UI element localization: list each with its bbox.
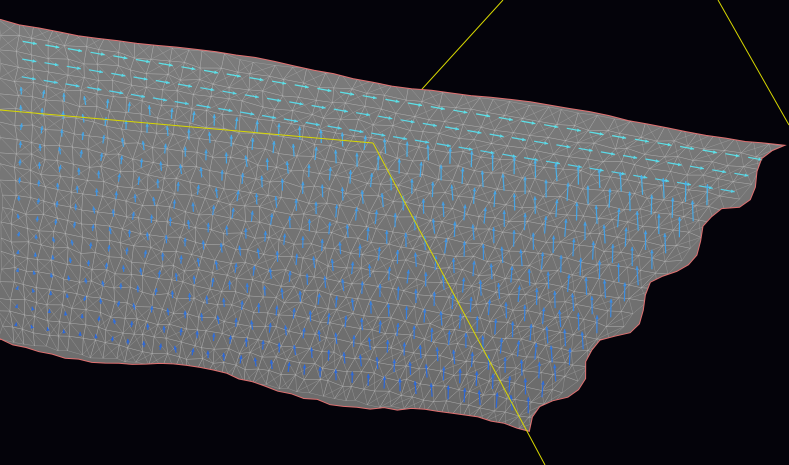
3d-viewport[interactable] (0, 0, 789, 465)
axis-line-right (717, 0, 789, 126)
surface-scene[interactable] (0, 0, 789, 465)
